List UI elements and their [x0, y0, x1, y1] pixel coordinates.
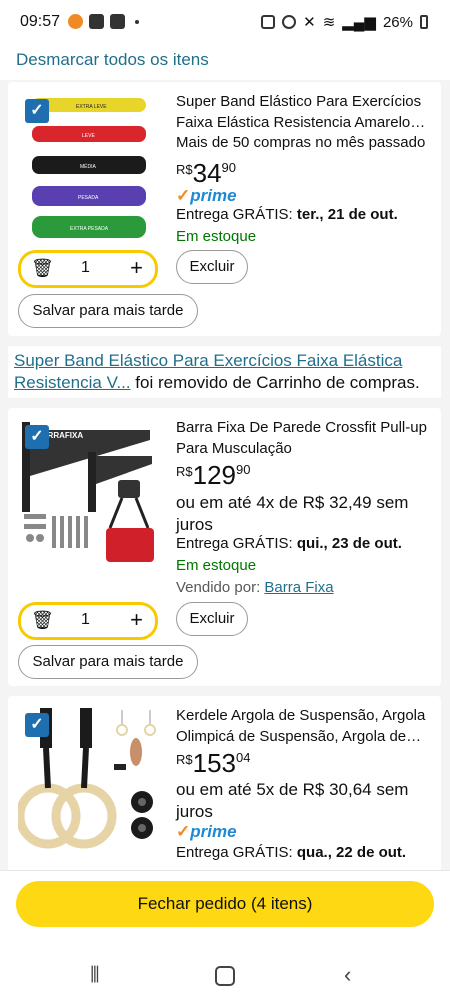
save-for-later-button[interactable]: Salvar para mais tarde: [18, 645, 198, 679]
cart-item-barra-fixa: BARRAFIXA ✓ Barra Fixa De Parede Crossfi…: [8, 408, 441, 686]
seller-link[interactable]: Barra Fixa: [264, 579, 333, 596]
recent-apps-icon[interactable]: ⦀: [90, 962, 100, 988]
price-cents: 90: [236, 462, 251, 477]
plus-icon[interactable]: +: [130, 255, 143, 281]
stock-status: Em estoque: [176, 228, 257, 245]
item-price: R$12990: [176, 460, 250, 491]
notification-icons: [68, 14, 139, 29]
cart-item-argola: ✓ Kerdele Argola de Suspensão, Argola Ol…: [8, 696, 441, 870]
status-time: 09:57: [20, 13, 61, 30]
trash-icon[interactable]: 🗑: [31, 258, 54, 279]
price-currency: R$: [176, 162, 193, 177]
checkout-button[interactable]: Fechar pedido (4 itens): [16, 881, 434, 927]
delivery-info: Entrega GRÁTIS: qui., 23 de out.: [176, 535, 402, 552]
wifi-icon: ≋: [322, 14, 336, 31]
delivery-info: Entrega GRÁTIS: qua., 22 de out.: [176, 844, 407, 861]
seller-info: Vendido por: Barra Fixa: [176, 579, 334, 596]
system-icons: ✕ ≋ ▂▄▆ 26%: [261, 13, 428, 31]
cart-list[interactable]: Desmarcar todos os itens EXTRA LEVE LEVE…: [0, 44, 450, 870]
item-checkbox[interactable]: ✓: [25, 425, 49, 449]
checkout-bar: Fechar pedido (4 itens): [0, 870, 450, 951]
price-cents: 04: [236, 750, 251, 765]
status-bar: 09:57 ✕ ≋ ▂▄▆ 26%: [0, 0, 450, 44]
cart-item-super-band: EXTRA LEVE LEVE MÉDIA PESADA EXTRA PESAD…: [8, 82, 441, 336]
item-price: R$15304: [176, 748, 250, 779]
alarm-icon: [282, 15, 297, 29]
price-currency: R$: [176, 752, 193, 767]
band-label-media: MÉDIA: [80, 163, 97, 170]
system-nav-bar: ⦀ ‹: [0, 950, 450, 1000]
prime-badge: ✓prime: [176, 186, 237, 205]
media-notification-icon: [110, 14, 125, 29]
deselect-all-link[interactable]: Desmarcar todos os itens: [16, 50, 209, 70]
item-checkbox[interactable]: ✓: [25, 99, 49, 123]
removed-text: foi removido de Carrinho de compras.: [130, 373, 420, 392]
back-icon[interactable]: ‹: [344, 962, 351, 988]
stock-status: Em estoque: [176, 557, 257, 574]
item-title[interactable]: Super Band Elástico Para Exercícios Faix…: [176, 91, 434, 133]
quantity-stepper[interactable]: 🗑 1 +: [18, 602, 158, 640]
band-label-extra-pesada: EXTRA PESADA: [70, 226, 109, 232]
app-notification-icon: [68, 14, 83, 29]
battery-icon: [420, 15, 428, 29]
item-title[interactable]: Barra Fixa De Parede Crossfit Pull-up Pa…: [176, 417, 434, 459]
purchase-count: Mais de 50 compras no mês passado: [176, 134, 426, 151]
installments: ou em até 5x de R$ 30,64 sem juros: [176, 780, 409, 821]
price-integer: 129: [192, 460, 237, 490]
save-for-later-button[interactable]: Salvar para mais tarde: [18, 294, 198, 328]
removed-notice: Super Band Elástico Para Exercícios Faix…: [8, 346, 441, 398]
delete-button[interactable]: Excluir: [176, 250, 248, 284]
delivery-info: Entrega GRÁTIS: ter., 21 de out.: [176, 206, 398, 223]
installments: ou em até 4x de R$ 32,49 sem juros: [176, 493, 409, 534]
mute-icon: ✕: [303, 14, 316, 31]
quantity-value: 1: [81, 611, 90, 628]
delete-button[interactable]: Excluir: [176, 602, 248, 636]
item-price: R$3490: [176, 158, 236, 189]
plus-icon[interactable]: +: [130, 607, 143, 633]
item-title[interactable]: Kerdele Argola de Suspensão, Argola Olim…: [176, 705, 434, 747]
home-icon[interactable]: [215, 966, 235, 986]
lock-icon: [261, 15, 276, 29]
band-label-extra-leve: EXTRA LEVE: [76, 104, 107, 110]
more-notifications-icon: [135, 19, 139, 24]
band-label-leve: LEVE: [82, 133, 95, 139]
gallery-notification-icon: [89, 14, 104, 29]
price-currency: R$: [176, 464, 193, 479]
signal-icon: ▂▄▆: [342, 14, 376, 31]
prime-check-icon: ✓: [176, 822, 191, 841]
trash-icon[interactable]: 🗑: [31, 610, 54, 631]
quantity-value: 1: [81, 259, 90, 276]
prime-check-icon: ✓: [176, 186, 191, 205]
band-label-pesada: PESADA: [78, 195, 99, 201]
price-integer: 153: [192, 748, 237, 778]
item-checkbox[interactable]: ✓: [25, 713, 49, 737]
price-cents: 90: [221, 160, 237, 175]
battery-percent: 26%: [382, 13, 413, 31]
price-integer: 34: [192, 158, 222, 188]
quantity-stepper[interactable]: 🗑 1 +: [18, 250, 158, 288]
prime-badge: ✓prime: [176, 822, 237, 841]
